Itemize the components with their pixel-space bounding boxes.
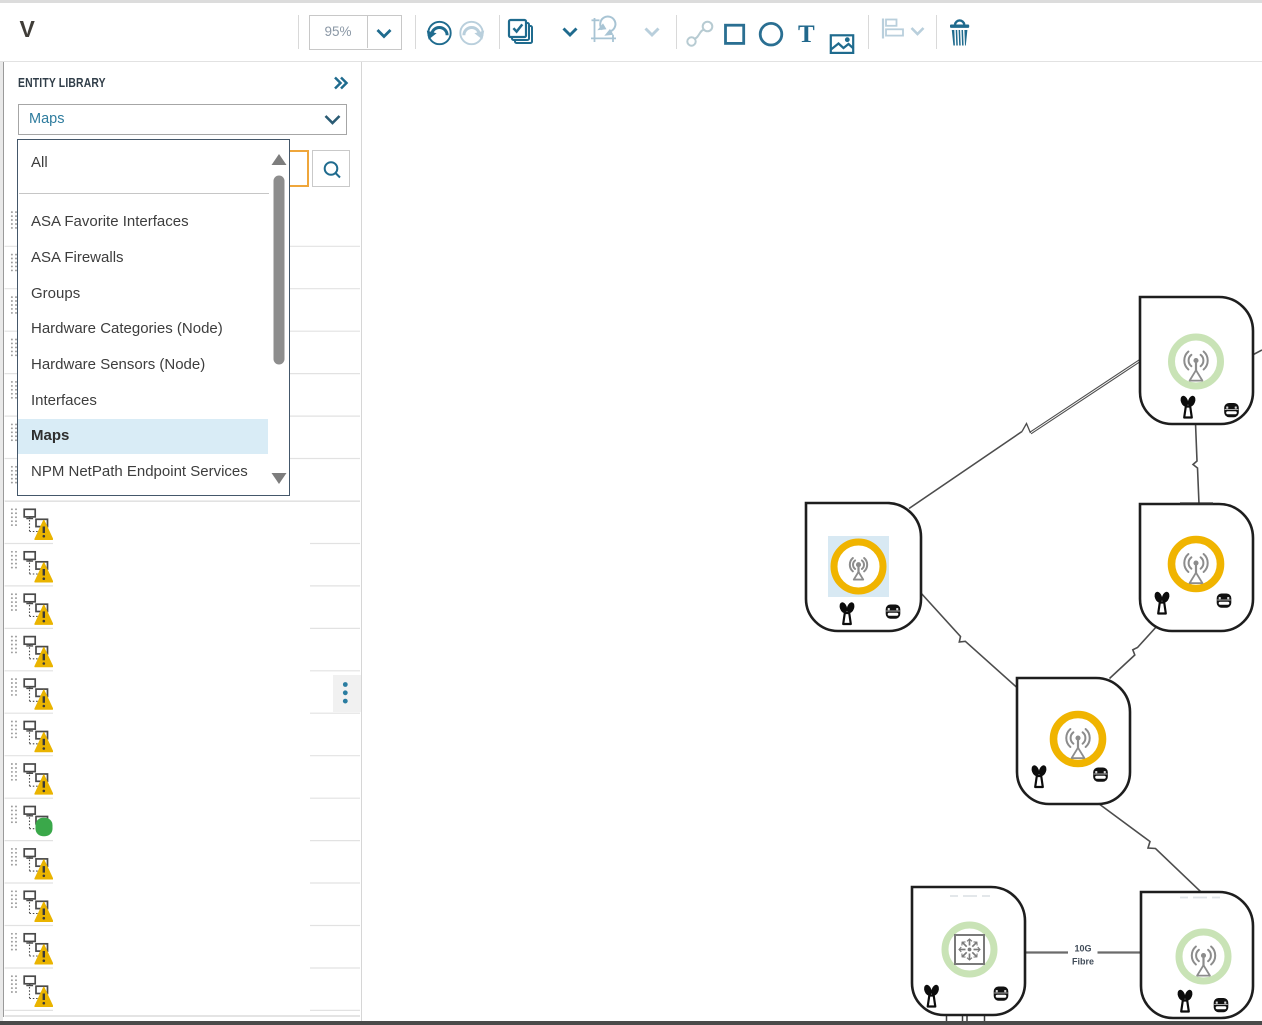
svg-text:10G: 10G (1074, 944, 1091, 954)
svg-text:Fibre: Fibre (1072, 957, 1094, 967)
